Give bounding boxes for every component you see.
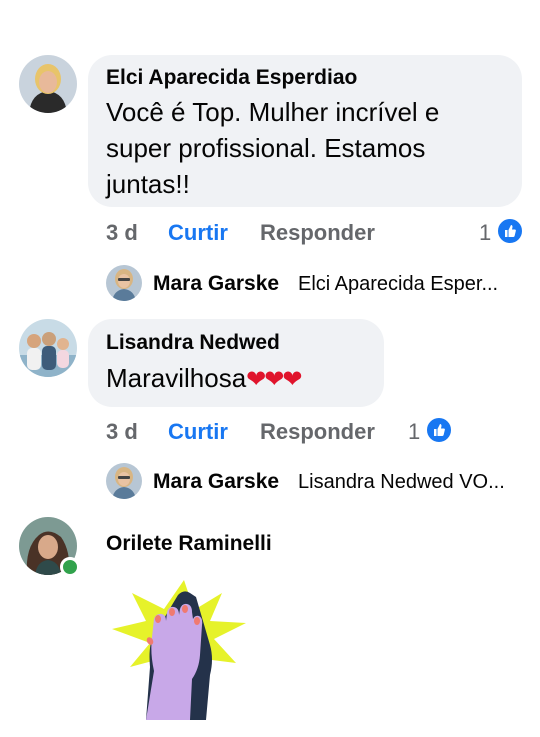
thumbs-up-icon[interactable] xyxy=(496,217,524,245)
comment-text-line: super profissional. Estamos xyxy=(106,133,426,163)
avatar[interactable] xyxy=(106,463,142,499)
thumbs-up-icon[interactable] xyxy=(425,416,453,444)
reaction-count[interactable]: 1 xyxy=(479,220,491,246)
reply-button[interactable]: Responder xyxy=(260,419,375,445)
avatar[interactable] xyxy=(19,55,77,113)
comment-text-line: juntas!! xyxy=(106,169,190,199)
comment-text-content: Maravilhosa xyxy=(106,363,247,393)
reply-preview[interactable]: Lisandra Nedwed VO... xyxy=(298,471,505,494)
comment-author[interactable]: Elci Aparecida Esperdiao xyxy=(106,66,357,90)
avatar[interactable] xyxy=(106,265,142,301)
avatar[interactable] xyxy=(19,319,77,377)
comment-author[interactable]: Orilete Raminelli xyxy=(106,532,272,556)
reply-button[interactable]: Responder xyxy=(260,220,375,246)
like-button[interactable]: Curtir xyxy=(168,220,228,246)
high-five-sticker[interactable] xyxy=(106,575,251,720)
online-status-dot xyxy=(60,557,80,577)
reply-preview[interactable]: Elci Aparecida Esper... xyxy=(298,273,498,296)
comment-timestamp[interactable]: 3 d xyxy=(106,419,138,445)
like-button[interactable]: Curtir xyxy=(168,419,228,445)
comment-author[interactable]: Lisandra Nedwed xyxy=(106,331,280,355)
reply-author[interactable]: Mara Garske xyxy=(153,272,279,296)
heart-emoji: ❤❤❤ xyxy=(246,366,302,393)
reply-author[interactable]: Mara Garske xyxy=(153,470,279,494)
comment-text-line: Você é Top. Mulher incrível e xyxy=(106,97,440,127)
comment-text: Maravilhosa❤❤❤ xyxy=(106,363,303,394)
comment-timestamp[interactable]: 3 d xyxy=(106,220,138,246)
reaction-count[interactable]: 1 xyxy=(408,419,420,445)
